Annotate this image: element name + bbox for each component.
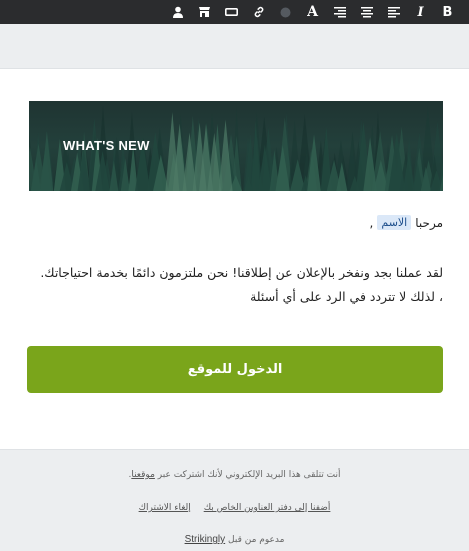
- align-center-icon: [360, 6, 373, 18]
- email-content: WHAT'S NEW مرحبا الاسم , لقد عملنا بجد و…: [0, 69, 469, 449]
- user-button[interactable]: [164, 0, 191, 24]
- body-line-1: لقد عملنا بجد ونفخر بالإعلان عن إطلاقنا!…: [40, 265, 443, 280]
- insert-button-button[interactable]: [218, 0, 245, 24]
- store-button[interactable]: [191, 0, 218, 24]
- whats-new-banner[interactable]: WHAT'S NEW: [29, 101, 443, 191]
- powered-by: مدعوم من قبل Strikingly: [0, 534, 469, 545]
- strikingly-link[interactable]: Strikingly: [185, 534, 226, 545]
- italic-button[interactable]: I: [407, 0, 434, 24]
- greeting-prefix: مرحبا: [415, 215, 443, 230]
- footer-subscription-note: أنت تتلقى هذا البريد الإلكتروني لأنك اشت…: [0, 470, 469, 480]
- font-button[interactable]: A: [299, 0, 326, 24]
- greeting-suffix: ,: [369, 215, 374, 230]
- add-to-address-book-link[interactable]: أضفنا إلى دفتر العناوين الخاص بك: [204, 503, 331, 513]
- header-band: [0, 24, 469, 69]
- greeting-line: مرحبا الاسم ,: [370, 215, 443, 230]
- unsubscribe-link[interactable]: إلغاء الاشتراك: [139, 503, 191, 513]
- align-left-button[interactable]: [380, 0, 407, 24]
- email-footer: أنت تتلقى هذا البريد الإلكتروني لأنك اشت…: [0, 449, 469, 551]
- body-paragraph[interactable]: لقد عملنا بجد ونفخر بالإعلان عن إطلاقنا!…: [23, 261, 443, 309]
- bold-button[interactable]: B: [434, 0, 461, 24]
- store-icon: [198, 6, 211, 18]
- button-icon: [225, 8, 238, 16]
- footer-note-text: أنت تتلقى هذا البريد الإلكتروني لأنك اشت…: [157, 470, 341, 480]
- editor-toolbar: A I B: [0, 0, 469, 24]
- visit-site-button[interactable]: الدخول للموقع: [27, 346, 443, 393]
- color-button[interactable]: [272, 0, 299, 24]
- footer-links: أضفنا إلى دفتر العناوين الخاص بك إلغاء ا…: [0, 503, 469, 513]
- link-icon: [253, 6, 265, 18]
- align-center-button[interactable]: [353, 0, 380, 24]
- name-merge-tag[interactable]: الاسم: [377, 215, 412, 230]
- link-button[interactable]: [245, 0, 272, 24]
- our-site-link[interactable]: موقعنا: [131, 470, 155, 480]
- user-icon: [172, 6, 184, 18]
- align-left-icon: [387, 6, 400, 18]
- powered-by-text: مدعوم من قبل: [228, 535, 285, 545]
- align-right-button[interactable]: [326, 0, 353, 24]
- align-right-icon: [333, 6, 346, 18]
- body-line-2: ، لذلك لا تتردد في الرد على أي أسئلة: [250, 289, 443, 304]
- banner-title: WHAT'S NEW: [63, 138, 150, 153]
- color-dot-icon: [280, 7, 291, 18]
